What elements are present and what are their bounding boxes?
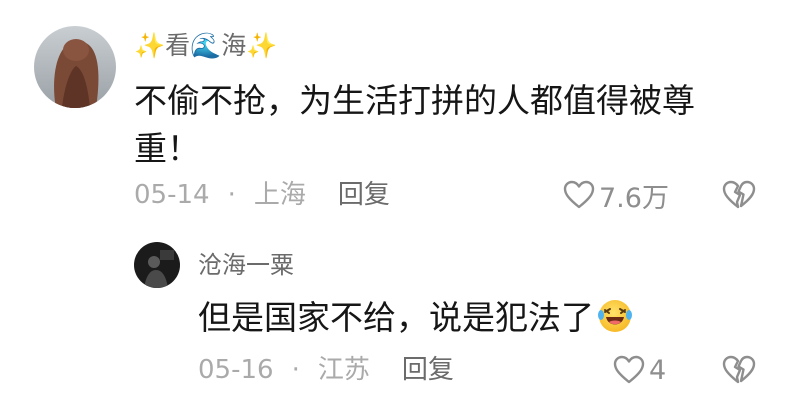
comment-date: 05-14 bbox=[134, 180, 210, 210]
like-count: 7.6万 bbox=[599, 182, 669, 214]
like-button[interactable]: 7.6万 bbox=[563, 176, 669, 214]
comment-text: 不偷不抢，为生活打拼的人都值得被尊重！ bbox=[134, 81, 695, 168]
reply-date: 05-16 bbox=[198, 355, 274, 385]
reply-location: 江苏 bbox=[317, 355, 370, 385]
comment-location: 上海 bbox=[253, 180, 306, 210]
username[interactable]: ✨看🌊海✨ bbox=[134, 28, 277, 64]
separator-dot: · bbox=[291, 355, 300, 385]
reply-button[interactable]: 回复 bbox=[338, 180, 390, 210]
laughing-tears-emoji bbox=[596, 297, 634, 348]
reply-like-button[interactable]: 4 bbox=[613, 351, 666, 389]
heart-outline-icon bbox=[563, 180, 595, 209]
heart-outline-icon bbox=[613, 355, 645, 384]
broken-heart-icon bbox=[722, 355, 756, 384]
reply-username[interactable]: 沧海一粟 bbox=[198, 247, 294, 283]
reply-meta: 05-16 · 江苏 回复 bbox=[198, 352, 454, 388]
separator-dot: · bbox=[227, 180, 236, 210]
broken-heart-icon bbox=[722, 180, 756, 209]
reply-like-count: 4 bbox=[649, 354, 667, 386]
reply-avatar[interactable] bbox=[134, 242, 180, 288]
reply-button[interactable]: 回复 bbox=[402, 355, 454, 385]
reply-dislike-button[interactable] bbox=[722, 355, 756, 389]
comment-meta: 05-14 · 上海 回复 bbox=[134, 177, 390, 213]
reply-text-content: 但是国家不给，说是犯法了 bbox=[198, 298, 594, 337]
reply-text: 但是国家不给，说是犯法了 bbox=[198, 294, 634, 348]
dislike-button[interactable] bbox=[722, 180, 756, 214]
avatar[interactable] bbox=[34, 26, 116, 108]
